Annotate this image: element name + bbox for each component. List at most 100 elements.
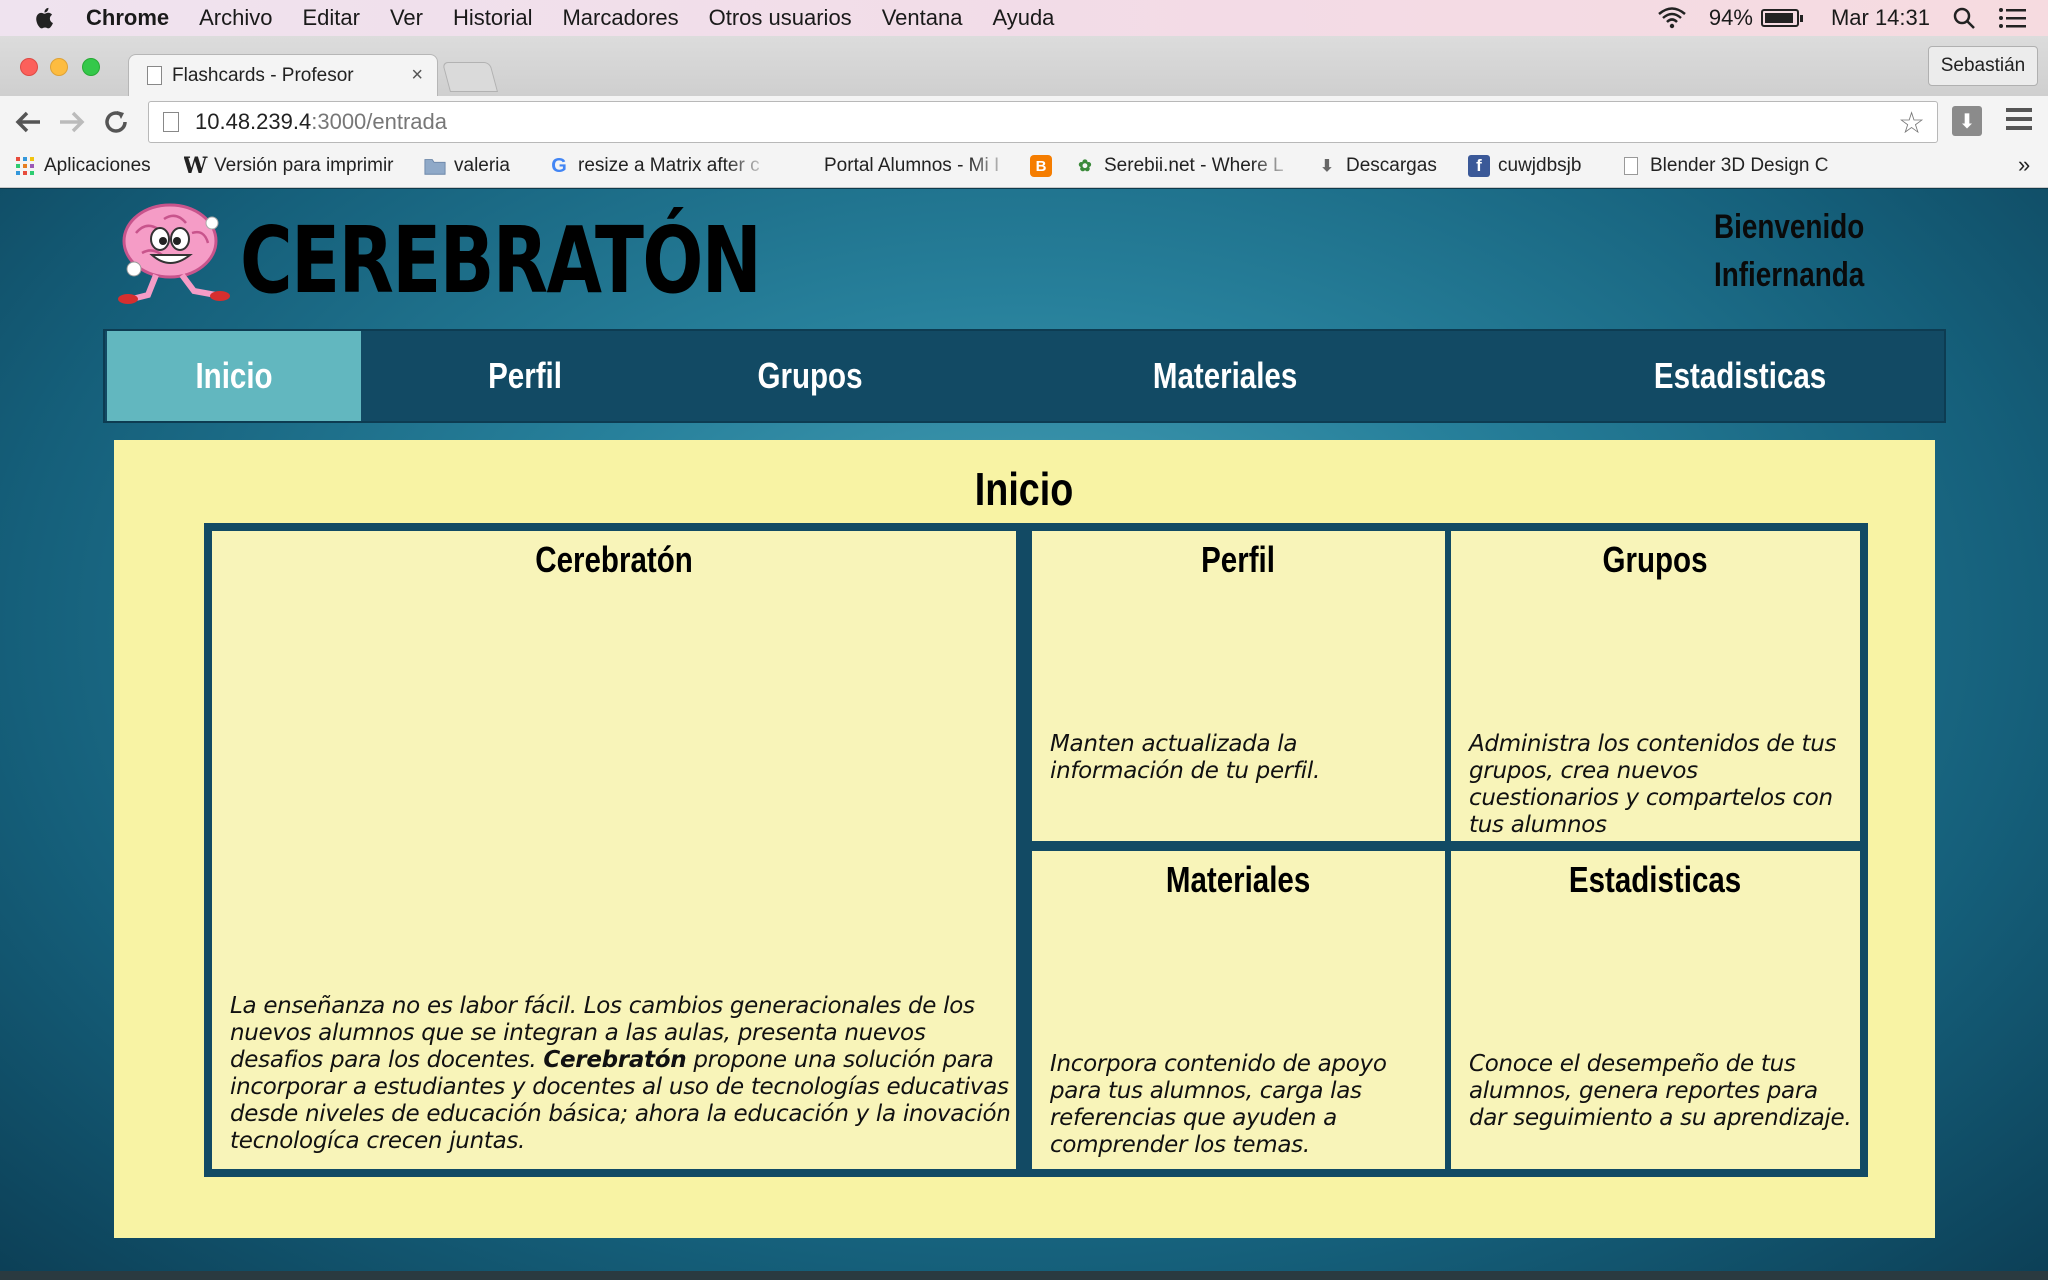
tab-flashcards[interactable]: Flashcards - Profesor × (128, 54, 438, 96)
page-icon (1620, 155, 1642, 177)
url-path: :3000/entrada (311, 109, 448, 134)
bookmark-descargas[interactable]: ⬇ Descargas (1316, 155, 1437, 177)
nav-grupos[interactable]: Grupos (705, 331, 915, 421)
back-arrow-icon[interactable] (12, 106, 44, 138)
chrome-menu-icon[interactable] (2006, 108, 2032, 132)
wikipedia-icon: W (184, 155, 208, 177)
google-icon: G (551, 155, 567, 177)
forward-arrow-icon[interactable] (56, 106, 88, 138)
welcome-line: Bienvenido (1714, 208, 1865, 246)
main-nav: Inicio Perfil Grupos Materiales Estadist… (103, 329, 1946, 423)
battery-fill (1764, 13, 1793, 23)
menu-clock[interactable]: Mar 14:31 (1831, 5, 1930, 31)
menu-editar[interactable]: Editar (302, 5, 359, 31)
download-arrow-icon: ⬇ (1320, 158, 1334, 175)
bookmark-portal-alumnos[interactable]: Portal Alumnos - Mi I (794, 155, 1012, 177)
content-panel: Inicio Cerebratón La enseñanza no es lab… (114, 440, 1935, 1238)
nav-label: Estadisticas (1653, 355, 1827, 396)
nav-label: Inicio (195, 355, 273, 396)
bookmark-star-icon[interactable]: ☆ (1898, 106, 1925, 141)
tab-title: Flashcards - Profesor (172, 64, 354, 86)
page-title: Inicio (975, 463, 1074, 515)
card-description: Manten actualizada la información de tu … (1050, 731, 1320, 784)
wifi-icon[interactable] (1657, 6, 1687, 30)
url-host: 10.48.239.4 (195, 109, 312, 134)
apps-grid-icon (14, 155, 36, 177)
nav-inicio[interactable]: Inicio (107, 331, 361, 421)
card-description: Conoce el desempeño de tus alumnos, gene… (1469, 1051, 1852, 1131)
battery-percent: 94% (1708, 5, 1753, 30)
bookmark-valeria[interactable]: valeria (424, 155, 510, 177)
menu-ventana[interactable]: Ventana (882, 5, 963, 31)
card-description: Incorpora contenido de apoyo para tus al… (1050, 1051, 1387, 1158)
tab-close-icon[interactable]: × (411, 64, 423, 87)
browser-toolbar: 10.48.239.4 :3000/entrada ☆ ⬇ (0, 96, 2048, 148)
profile-button[interactable]: Sebastián (1928, 46, 2038, 86)
card-description: Administra los contenidos de tus grupos,… (1469, 731, 1837, 838)
menu-marcadores[interactable]: Marcadores (562, 5, 678, 31)
nav-materiales[interactable]: Materiales (1075, 331, 1375, 421)
browser-tab-strip: Flashcards - Profesor × Sebastián (0, 36, 2048, 96)
card-estadisticas[interactable]: Estadisticas Conoce el desempeño de tus … (1451, 851, 1860, 1169)
menu-otros-usuarios[interactable]: Otros usuarios (709, 5, 852, 31)
nav-label: Grupos (757, 355, 863, 396)
nav-estadisticas[interactable]: Estadisticas (1585, 331, 1895, 421)
blogger-icon: B (1030, 155, 1052, 177)
window-close-button[interactable] (20, 58, 38, 76)
card-perfil[interactable]: Perfil Manten actualizada la información… (1032, 531, 1445, 841)
nav-label: Perfil (488, 355, 562, 396)
nav-perfil[interactable]: Perfil (435, 331, 615, 421)
card-title: Grupos (1603, 539, 1708, 580)
nav-label: Materiales (1152, 355, 1298, 396)
card-description: La enseñanza no es labor fácil. Los camb… (230, 993, 1011, 1154)
page-info-icon[interactable] (163, 112, 179, 132)
menu-archivo[interactable]: Archivo (199, 5, 272, 31)
card-title: Cerebratón (535, 539, 693, 580)
bookmark-version-imprimir[interactable]: W Versión para imprimir (184, 155, 394, 177)
reload-icon[interactable] (100, 106, 132, 138)
macos-menu-bar: Chrome Archivo Editar Ver Historial Marc… (0, 0, 2048, 36)
bookmark-resize-matrix[interactable]: G resize a Matrix after c (548, 155, 770, 177)
folder-icon (424, 155, 446, 177)
card-grupos[interactable]: Grupos Administra los contenidos de tus … (1451, 531, 1860, 841)
bookmark-blender[interactable]: Blender 3D Design C (1620, 155, 1870, 177)
window-zoom-button[interactable] (82, 58, 100, 76)
bookmark-label: Portal Alumnos - Mi I (824, 155, 1000, 176)
bookmark-label: Serebii.net - Where L (1104, 155, 1284, 176)
battery-icon[interactable] (1760, 9, 1803, 27)
card-cerebraton: Cerebratón La enseñanza no es labor fáci… (212, 531, 1016, 1169)
bookmark-label: resize a Matrix after c (578, 155, 760, 176)
apple-logo-icon[interactable] (32, 5, 58, 31)
site-brand-title[interactable]: CEREBRATÓN (240, 215, 762, 307)
card-title: Estadisticas (1569, 859, 1742, 900)
notification-center-icon[interactable] (1998, 7, 2026, 29)
welcome-message: Bienvenido Infiernanda (1714, 203, 1864, 299)
menu-app-chrome[interactable]: Chrome (86, 5, 169, 31)
download-icon[interactable]: ⬇ (1952, 106, 1982, 136)
bookmark-label: Aplicaciones (44, 155, 151, 176)
menu-ver[interactable]: Ver (390, 5, 423, 31)
bookmark-label: Blender 3D Design C (1650, 155, 1829, 176)
facebook-icon: f (1468, 155, 1490, 177)
bookmark-label: Versión para imprimir (214, 155, 394, 176)
menu-historial[interactable]: Historial (453, 5, 532, 31)
cards-grid: Cerebratón La enseñanza no es labor fáci… (204, 523, 1868, 1177)
bookmark-serebii[interactable]: ✿ Serebii.net - Where L (1074, 155, 1296, 177)
bookmark-label: valeria (454, 155, 510, 176)
blank-icon (794, 155, 816, 177)
brain-mascot-logo[interactable] (112, 199, 234, 307)
window-minimize-button[interactable] (50, 58, 68, 76)
bookmark-facebook[interactable]: f cuwjdbsjb (1468, 155, 1581, 177)
page-bottom-strip (0, 1271, 2048, 1280)
spotlight-search-icon[interactable] (1952, 6, 1976, 30)
menu-ayuda[interactable]: Ayuda (992, 5, 1054, 31)
bookmark-label: cuwjdbsjb (1498, 155, 1582, 176)
web-page: CEREBRATÓN Bienvenido Infiernanda Inicio… (0, 189, 2048, 1280)
bookmark-aplicaciones[interactable]: Aplicaciones (14, 155, 151, 177)
new-tab-button[interactable] (441, 62, 499, 92)
card-materiales[interactable]: Materiales Incorpora contenido de apoyo … (1032, 851, 1445, 1169)
bookmark-blogger[interactable]: B (1030, 155, 1060, 177)
card-title: Materiales (1166, 859, 1311, 900)
bookmarks-overflow-icon[interactable]: » (2018, 152, 2030, 178)
address-bar[interactable]: 10.48.239.4 :3000/entrada ☆ (148, 101, 1938, 143)
